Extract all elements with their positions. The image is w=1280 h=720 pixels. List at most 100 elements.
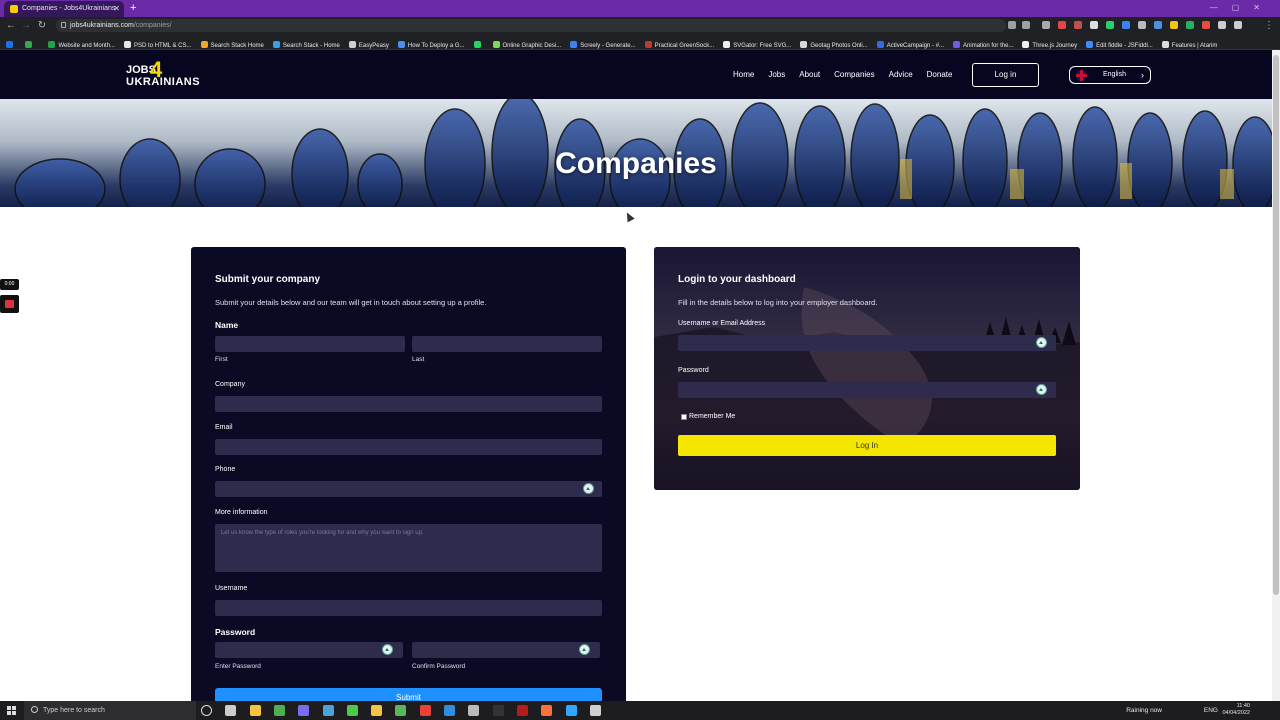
app-icon[interactable] [298, 705, 310, 716]
file-explorer-icon[interactable] [249, 705, 261, 716]
first-name-input[interactable] [215, 336, 405, 352]
submit-button[interactable]: Submit [215, 688, 602, 701]
app-icon[interactable] [589, 705, 601, 716]
bookmark-item[interactable]: Website and Month... [48, 38, 115, 49]
nav-jobs[interactable]: Jobs [768, 70, 785, 79]
bookmark-item[interactable]: Search Stack Home [200, 38, 264, 49]
folder-icon[interactable] [371, 705, 383, 716]
input-language[interactable]: ENG [1204, 701, 1218, 720]
more-info-textarea[interactable]: Let us know the type of roles you're loo… [215, 524, 602, 572]
recorder-stop-button[interactable] [0, 295, 19, 313]
remember-me-checkbox[interactable] [681, 414, 687, 420]
extension-icon[interactable] [1122, 21, 1130, 29]
bookmark-item[interactable]: Search Stack - Home [272, 38, 340, 49]
filezilla-icon[interactable] [516, 705, 528, 716]
nav-advice[interactable]: Advice [889, 70, 913, 79]
nav-companies[interactable]: Companies [834, 70, 874, 79]
extension-icon[interactable] [1106, 21, 1114, 29]
autofill-icon[interactable] [382, 644, 393, 655]
phone-input[interactable] [215, 481, 602, 497]
language-selector[interactable]: English › [1069, 66, 1151, 84]
autofill-icon[interactable] [579, 644, 590, 655]
extension-icon[interactable] [1202, 21, 1210, 29]
task-view-icon[interactable] [225, 705, 237, 716]
chrome-icon[interactable] [419, 705, 431, 716]
bookmark-favicon-icon [397, 41, 405, 48]
bookmark-item[interactable]: Edit fiddle - JSFiddl... [1086, 38, 1153, 49]
bookmark-item[interactable]: Animation for the... [953, 38, 1013, 49]
autofill-icon[interactable] [1036, 337, 1047, 348]
page-scrollbar[interactable] [1272, 50, 1280, 701]
nav-home[interactable]: Home [733, 70, 754, 79]
bookmark-item[interactable]: Features | Atarim [1161, 38, 1217, 49]
bookmark-item[interactable]: Online Graphic Desi... [492, 38, 561, 49]
confirm-password-input[interactable] [412, 642, 600, 658]
bookmark-item[interactable]: Practical GreenSock... [644, 38, 714, 49]
autofill-icon[interactable] [583, 483, 594, 494]
scrollbar-thumb[interactable] [1273, 55, 1279, 595]
browser-tab[interactable]: Companies - Jobs4Ukrainians ✕ [4, 1, 124, 17]
bookmark-app-icon[interactable] [25, 38, 35, 49]
bookmark-item[interactable]: PSD to HTML & CS... [124, 38, 192, 49]
bookmark-item[interactable]: How To Deploy a G... [397, 38, 465, 49]
app-icon[interactable] [322, 705, 334, 716]
jobs4ukrainians-logo[interactable]: JOBS 4 UKRAINIANS [126, 57, 206, 91]
share-icon[interactable] [1008, 21, 1016, 29]
bookmark-item[interactable]: SVGator: Free SVG... [723, 38, 791, 49]
extension-icon[interactable] [1186, 21, 1194, 29]
login-submit-button[interactable]: Log In [678, 435, 1056, 456]
extension-icon[interactable] [1138, 21, 1146, 29]
nav-about[interactable]: About [799, 70, 820, 79]
sidebar-icon[interactable] [1234, 21, 1242, 29]
username-input[interactable] [215, 600, 602, 616]
bookmark-label: PSD to HTML & CS... [134, 43, 192, 49]
reload-icon[interactable]: ↻ [35, 17, 49, 34]
bookmark-favicon-icon [953, 41, 961, 48]
browser-menu-icon[interactable]: ⋮ [1262, 17, 1276, 34]
chrome-icon[interactable] [395, 705, 407, 716]
bookmark-item[interactable]: Geotag Photos Onli... [800, 38, 868, 49]
window-controls[interactable]: —▢✕ [1210, 0, 1274, 15]
header-login-button[interactable]: Log in [972, 63, 1039, 87]
last-name-input[interactable] [412, 336, 602, 352]
extension-icon[interactable] [1042, 21, 1050, 29]
taskbar-clock[interactable]: 11:40 04/04/2022 [1222, 703, 1250, 717]
firefox-icon[interactable] [541, 705, 553, 716]
app-icon[interactable] [346, 705, 358, 716]
login-username-input[interactable] [678, 335, 1056, 351]
puzzle-icon[interactable] [1218, 21, 1226, 29]
extension-icon[interactable] [1090, 21, 1098, 29]
vscode-icon[interactable] [444, 705, 455, 716]
photoshop-icon[interactable] [565, 705, 577, 716]
weather-status[interactable]: Raining now [1126, 701, 1162, 720]
terminal-icon[interactable] [492, 705, 504, 716]
email-input[interactable] [215, 439, 602, 455]
extension-icon[interactable] [1154, 21, 1162, 29]
chrome-icon[interactable] [273, 705, 285, 716]
star-icon[interactable] [1022, 21, 1030, 29]
taskbar-search-input[interactable]: Type here to search [24, 701, 196, 720]
autofill-icon[interactable] [1036, 384, 1047, 395]
extension-icon[interactable] [1074, 21, 1082, 29]
back-arrow-icon[interactable]: ← [4, 17, 18, 34]
windows-start-icon[interactable] [7, 706, 16, 715]
bookmark-item[interactable]: Screely - Generate... [570, 38, 636, 49]
extension-icon[interactable] [1058, 21, 1066, 29]
new-tab-icon[interactable]: + [130, 0, 136, 17]
forward-arrow-icon[interactable]: → [19, 17, 33, 34]
login-password-input[interactable] [678, 382, 1056, 398]
bookmark-item[interactable]: EasyPeasy [348, 38, 389, 49]
nav-donate[interactable]: Donate [927, 70, 953, 79]
extension-icon[interactable] [1170, 21, 1178, 29]
bookmark-item[interactable]: Three.js Journey [1022, 38, 1077, 49]
url-field[interactable]: jobs4ukrainians.com/companies/ [56, 19, 1006, 32]
company-input[interactable] [215, 396, 602, 412]
bookmark-apps-icon[interactable] [6, 38, 16, 49]
terminal-icon[interactable] [468, 705, 480, 716]
circle-icon[interactable] [201, 705, 212, 716]
remember-me-label[interactable]: Remember Me [689, 413, 735, 420]
tab-close-icon[interactable]: ✕ [113, 1, 120, 17]
enter-password-input[interactable] [215, 642, 403, 658]
bookmark-item[interactable]: ActiveCampaign - #... [876, 38, 944, 49]
bookmark-item[interactable] [473, 38, 484, 49]
